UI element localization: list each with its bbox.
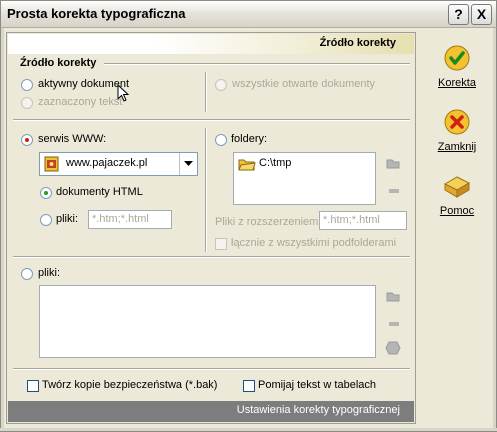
close-icon — [444, 109, 470, 135]
korekta-label: Korekta — [438, 77, 476, 89]
close-button[interactable]: X — [471, 4, 492, 25]
panel-header: Źródło korekty — [8, 34, 414, 54]
source-divider — [205, 72, 207, 112]
source-group-label: Źródło korekty — [20, 57, 97, 69]
separator-3 — [13, 368, 410, 370]
window-frame-left — [0, 28, 4, 432]
subfolders-label: łącznie z wszystkimi podfolderami — [231, 237, 397, 249]
folders-radio[interactable] — [215, 134, 227, 146]
folder-icon — [238, 159, 256, 171]
www-site-value: www.pajaczek.pl — [66, 157, 148, 169]
www-files-input[interactable]: *.htm;*.html — [88, 210, 172, 229]
separator-2 — [13, 256, 410, 258]
backup-checkbox[interactable] — [27, 380, 39, 392]
korekta-button[interactable]: Korekta — [422, 44, 492, 96]
www-radio[interactable] — [21, 134, 33, 146]
selected-text-label: zaznaczony tekst — [38, 96, 123, 108]
combobox-dropdown-button[interactable] — [179, 153, 197, 175]
folders-label[interactable]: foldery: — [231, 133, 267, 145]
add-file-icon[interactable] — [385, 289, 401, 303]
files-listbox[interactable] — [39, 285, 376, 358]
separator-1 — [13, 119, 410, 121]
panel-footer: Ustawienia korekty typograficznej — [8, 401, 414, 422]
zamknij-button[interactable]: Zamknij — [422, 108, 492, 160]
backup-label[interactable]: Twórz kopie bezpieczeństwa (*.bak) — [42, 379, 217, 391]
window-title: Prosta korekta typograficzna — [7, 6, 186, 21]
www-folders-divider — [205, 128, 207, 252]
source-group-line — [104, 63, 410, 65]
clear-files-icon[interactable] — [385, 340, 401, 356]
pomoc-label: Pomoc — [439, 205, 475, 217]
chevron-down-icon — [184, 161, 193, 166]
panel-header-title: Źródło korekty — [319, 37, 396, 49]
www-files-radio[interactable] — [40, 214, 52, 226]
html-docs-label[interactable]: dokumenty HTML — [56, 186, 143, 198]
folders-listbox[interactable]: C:\tmp — [233, 152, 376, 205]
site-icon — [44, 156, 59, 172]
active-doc-radio[interactable] — [21, 79, 33, 91]
folder-list-item[interactable]: C:\tmp — [259, 157, 291, 169]
window-frame-right — [493, 28, 497, 432]
www-files-label[interactable]: pliki: — [56, 213, 78, 225]
files-label[interactable]: pliki: — [38, 267, 60, 279]
remove-folder-icon[interactable] — [389, 189, 399, 193]
skip-tables-label[interactable]: Pomijaj tekst w tabelach — [258, 379, 376, 391]
skip-tables-checkbox[interactable] — [243, 380, 255, 392]
ext-label: Pliki z rozszerzeniem: — [215, 216, 322, 228]
ext-input[interactable]: *.htm;*.html — [319, 211, 407, 230]
check-icon — [444, 45, 470, 71]
help-button[interactable]: ? — [448, 4, 469, 25]
html-docs-radio[interactable] — [40, 187, 52, 199]
all-open-docs-radio[interactable] — [215, 79, 227, 91]
files-radio[interactable] — [21, 268, 33, 280]
remove-file-icon[interactable] — [389, 322, 399, 326]
add-folder-icon[interactable] — [385, 156, 401, 170]
www-label[interactable]: serwis WWW: — [38, 133, 106, 145]
window-frame-bottom — [0, 428, 497, 432]
subfolders-checkbox[interactable] — [215, 238, 227, 250]
help-book-icon — [443, 176, 471, 198]
selected-text-radio[interactable] — [21, 97, 33, 109]
zamknij-label: Zamknij — [437, 141, 477, 153]
www-site-combobox[interactable]: www.pajaczek.pl — [39, 152, 198, 176]
pomoc-button[interactable]: Pomoc — [422, 172, 492, 224]
active-doc-label[interactable]: aktywny dokument — [38, 78, 129, 90]
footer-text: Ustawienia korekty typograficznej — [236, 404, 400, 416]
all-open-docs-label: wszystkie otwarte dokumenty — [232, 78, 376, 90]
